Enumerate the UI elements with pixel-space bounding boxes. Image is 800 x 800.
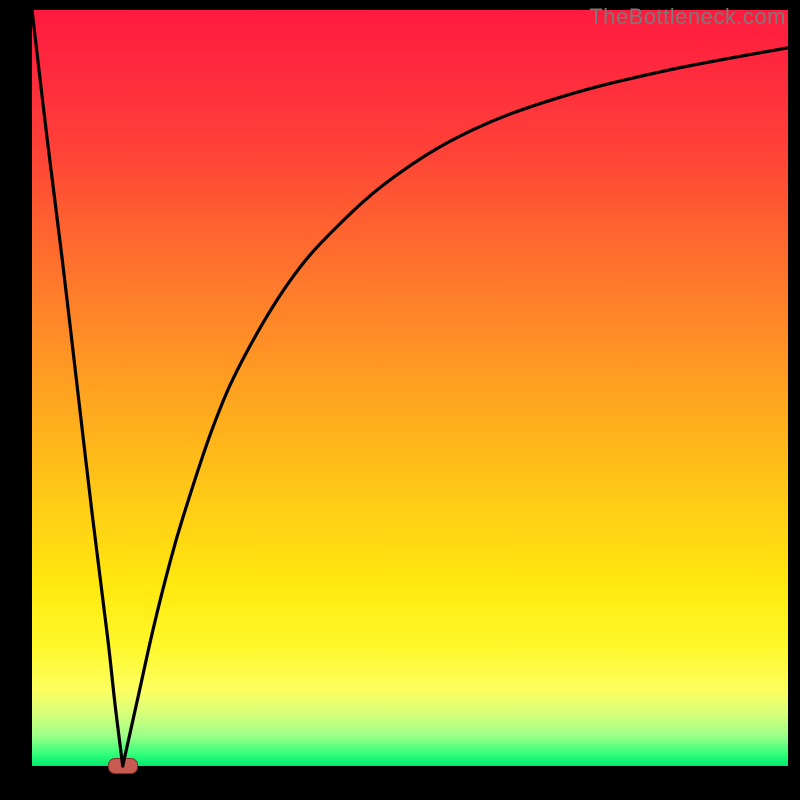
watermark-text: TheBottleneck.com bbox=[589, 4, 786, 30]
chart-frame: TheBottleneck.com bbox=[0, 0, 800, 800]
curve-left-branch bbox=[32, 10, 123, 766]
curve-right-branch bbox=[123, 48, 788, 766]
curve-layer bbox=[32, 10, 788, 766]
plot-area bbox=[32, 10, 788, 766]
